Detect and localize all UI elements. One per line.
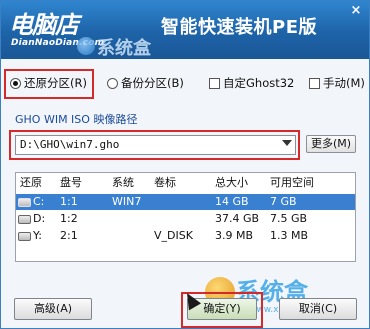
installer-window: 电脑店 DianNaoDian.com 系统盒 智能快速装机PE版 × 还原分区… (0, 0, 370, 329)
total-size: 3.9 MB (215, 229, 254, 242)
watermark-text: 系统盒 (97, 38, 151, 59)
table-row[interactable]: C: 1:1 WIN7 14 GB 7 GB (16, 194, 355, 210)
header-disk: 盘号 (60, 176, 82, 189)
free-space: 7.5 GB (270, 212, 308, 225)
total-size: 14 GB (215, 195, 249, 208)
advanced-button[interactable]: 高级(A) (14, 298, 92, 320)
disk-number: 1:2 (60, 212, 78, 225)
disk-icon (18, 214, 31, 224)
window-title: 智能快速装机PE版 (161, 17, 317, 38)
disk-icon (18, 231, 31, 241)
drive-letter: D: (33, 212, 46, 225)
backup-partition-radio[interactable]: 备份分区(B) (107, 74, 184, 92)
highlight-box (9, 130, 300, 160)
watermark-logo-icon (77, 37, 95, 55)
table-header: 还原 盘号 系统 卷标 总大小 可用空间 (16, 175, 355, 191)
app-logo: 电脑店 (9, 11, 79, 39)
more-button[interactable]: 更多(M) (306, 135, 356, 153)
free-space: 1.3 MB (270, 229, 309, 242)
cancel-button[interactable]: 取消(C) (279, 298, 357, 320)
partition-table: 还原 盘号 系统 卷标 总大小 可用空间 C: 1:1 WIN7 14 GB 7… (15, 172, 356, 262)
table-row[interactable]: D: 1:2 37.4 GB 7.5 GB (16, 211, 355, 227)
free-space: 7 GB (270, 195, 297, 208)
header-total: 总大小 (215, 176, 248, 189)
disk-number: 2:1 (60, 229, 78, 242)
drive-letter: Y: (33, 229, 42, 242)
manual-checkbox[interactable]: 手动(M) (309, 74, 365, 92)
highlight-box (4, 69, 94, 99)
header-label: 卷标 (154, 176, 176, 189)
system-name: WIN7 (112, 195, 142, 208)
disk-icon (18, 197, 31, 207)
drive-letter: C: (33, 195, 45, 208)
header-free: 可用空间 (270, 176, 314, 189)
manual-label: 手动(M) (323, 76, 365, 90)
custom-ghost-label: 自定Ghost32 (223, 76, 295, 90)
image-path-label: GHO WIM ISO 映像路径 (15, 113, 138, 126)
total-size: 37.4 GB (215, 212, 260, 225)
checkbox-icon (209, 77, 220, 89)
volume-label: V_DISK (154, 229, 193, 242)
header-restore: 还原 (20, 176, 42, 189)
disk-number: 1:1 (60, 195, 78, 208)
radio-icon (107, 77, 118, 89)
close-button[interactable]: × (349, 3, 363, 18)
table-row[interactable]: Y: 2:1 V_DISK 3.9 MB 1.3 MB (16, 228, 355, 244)
title-bar: 电脑店 DianNaoDian.com 系统盒 智能快速装机PE版 × (1, 1, 369, 59)
header-system: 系统 (112, 176, 134, 189)
backup-partition-label: 备份分区(B) (121, 76, 184, 90)
custom-ghost-checkbox[interactable]: 自定Ghost32 (209, 74, 294, 92)
checkbox-icon (309, 77, 320, 89)
